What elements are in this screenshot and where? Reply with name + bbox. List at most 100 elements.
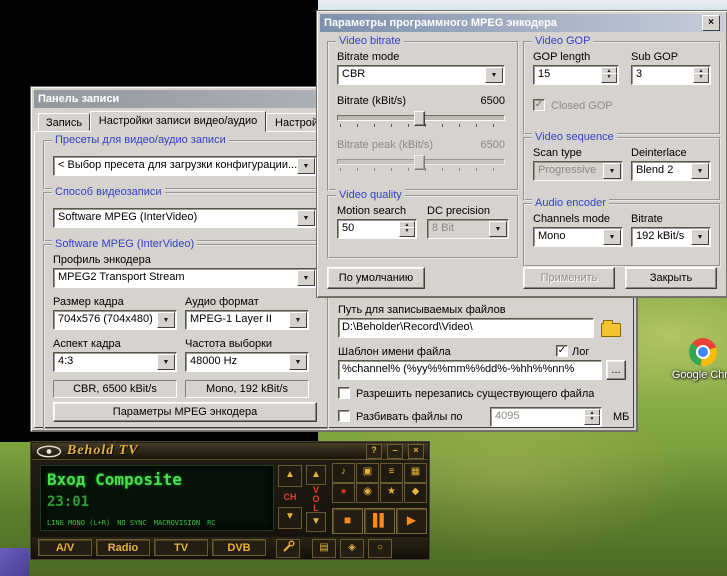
- desktop-icon-chrome[interactable]: Google Chro: [668, 338, 727, 381]
- deinterlace-label: Deinterlace: [631, 147, 687, 159]
- deinterlace-combobox[interactable]: Blend 2 ▼: [631, 161, 711, 181]
- spin-down-icon[interactable]: ▼: [399, 227, 415, 237]
- close-dialog-button[interactable]: Закрыть: [625, 267, 717, 289]
- scheduler-button[interactable]: ◈: [340, 539, 364, 558]
- close-button[interactable]: ×: [702, 15, 720, 31]
- channel-down-button[interactable]: ▼: [278, 507, 302, 529]
- audio-encoder-group-title: Audio encoder: [532, 197, 609, 210]
- settings-wrench-button[interactable]: [276, 539, 300, 558]
- lcd-indicators: LINE MONO (L+R) NO SYNC MACROVISION RC: [47, 519, 216, 527]
- mute-button[interactable]: ♪: [332, 463, 355, 483]
- overwrite-checkbox[interactable]: [338, 387, 350, 399]
- sub-gop-value: 3: [636, 68, 642, 80]
- mixer-button[interactable]: ▤: [312, 539, 336, 558]
- mode-dvb-button[interactable]: DVB: [212, 539, 266, 556]
- bitrate-peak-value: 6500: [439, 139, 505, 151]
- template-browse-button[interactable]: ...: [606, 360, 626, 380]
- mpeg-encoder-params-button[interactable]: Параметры MPEG энкодера: [53, 402, 317, 422]
- close-button[interactable]: ×: [408, 444, 424, 459]
- channel-up-button[interactable]: ▲: [278, 465, 302, 487]
- dropdown-arrow-icon[interactable]: ▼: [289, 312, 307, 328]
- volume-up-button[interactable]: ▲: [306, 465, 326, 485]
- dropdown-arrow-icon[interactable]: ▼: [157, 354, 175, 370]
- desktop-corner-patch: [0, 548, 29, 576]
- dropdown-arrow-icon[interactable]: ▼: [485, 67, 503, 83]
- spin-down-icon[interactable]: ▼: [584, 415, 600, 425]
- record-method-combobox[interactable]: Software MPEG (InterVideo) ▼: [53, 208, 317, 228]
- beholdtv-titlebar[interactable]: Behold TV ? – ×: [32, 443, 428, 460]
- teletext-button[interactable]: ≡: [380, 463, 403, 483]
- scan-type-combobox: Progressive ▼: [533, 161, 623, 181]
- sub-gop-spinner[interactable]: 3 ▲ ▼: [631, 65, 711, 85]
- gop-length-value: 15: [538, 68, 550, 80]
- dropdown-arrow-icon[interactable]: ▼: [691, 163, 709, 179]
- mode-radio-button[interactable]: Radio: [96, 539, 150, 556]
- bitrate-mode-combobox[interactable]: CBR ▼: [337, 65, 505, 85]
- dropdown-arrow-icon[interactable]: ▼: [603, 229, 621, 245]
- timeshift-button[interactable]: ◉: [356, 483, 379, 503]
- tab-video-audio-settings[interactable]: Настройки записи видео/аудио: [90, 111, 266, 132]
- bitrate-value: 6500: [439, 95, 505, 107]
- preset-combobox-value: < Выбор пресета для загрузки конфигураци…: [58, 159, 298, 171]
- indicator-line-mono: LINE MONO (L+R): [47, 519, 110, 527]
- dropdown-arrow-icon[interactable]: ▼: [289, 354, 307, 370]
- encoder-profile-combobox[interactable]: MPEG2 Transport Stream ▼: [53, 268, 317, 288]
- bitrate-mode-label: Bitrate mode: [337, 51, 399, 63]
- preset-combobox[interactable]: < Выбор пресета для загрузки конфигураци…: [53, 156, 317, 176]
- motion-search-label: Motion search: [337, 205, 406, 217]
- source-button[interactable]: ◆: [404, 483, 427, 503]
- beholdtv-window: Behold TV ? – × Вход Composite 23:01 LIN…: [30, 441, 430, 560]
- about-button[interactable]: ○: [368, 539, 392, 558]
- spin-down-icon[interactable]: ▼: [693, 73, 709, 83]
- split-files-checkbox[interactable]: [338, 410, 350, 422]
- browse-folder-icon[interactable]: [601, 323, 621, 337]
- vol-label: VOL: [311, 485, 321, 512]
- favorites-button[interactable]: ★: [380, 483, 403, 503]
- sample-rate-combobox[interactable]: 48000 Hz ▼: [185, 352, 309, 372]
- audio-format-combobox-value: MPEG-1 Layer II: [190, 313, 290, 325]
- bitrate-slider[interactable]: [337, 111, 505, 127]
- frame-size-combobox[interactable]: 704x576 (704x480) ▼: [53, 310, 177, 330]
- audio-format-combobox[interactable]: MPEG-1 Layer II ▼: [185, 310, 309, 330]
- mpeg-encoder-dialog: Параметры программного MPEG энкодера × V…: [316, 10, 727, 298]
- mode-tv-button[interactable]: TV: [154, 539, 208, 556]
- record-method-group: Способ видеозаписи Software MPEG (InterV…: [43, 192, 329, 242]
- channels-mode-combobox[interactable]: Mono ▼: [533, 227, 623, 247]
- audio-bitrate-combobox[interactable]: 192 kBit/s ▼: [631, 227, 711, 247]
- play-button[interactable]: ▶: [396, 508, 427, 534]
- dropdown-arrow-icon[interactable]: ▼: [297, 210, 315, 226]
- gop-length-spinner[interactable]: 15 ▲ ▼: [533, 65, 619, 85]
- help-button[interactable]: ?: [366, 444, 382, 459]
- default-button[interactable]: По умолчанию: [327, 267, 425, 289]
- beholdtv-title: Behold TV: [67, 443, 139, 459]
- filename-template-input[interactable]: %channel% (%yy%%mm%%dd%-%hh%%nn%: [338, 360, 602, 380]
- stop-button[interactable]: ■: [332, 508, 363, 534]
- slider-thumb[interactable]: [414, 111, 425, 126]
- motion-search-spinner[interactable]: 50 ▲ ▼: [337, 219, 417, 239]
- channel-control: ▲ CH ▼: [278, 465, 302, 529]
- split-files-checkbox-label: Разбивать файлы по: [356, 411, 463, 423]
- mode-av-button[interactable]: A/V: [38, 539, 92, 556]
- record-button[interactable]: ●: [332, 483, 355, 503]
- spin-down-icon[interactable]: ▼: [601, 73, 617, 83]
- log-checkbox[interactable]: ✓: [556, 345, 568, 357]
- encoder-profile-combobox-value: MPEG2 Transport Stream: [58, 271, 298, 283]
- lcd-input-line: Вход Composite: [47, 470, 182, 489]
- volume-down-button[interactable]: ▼: [306, 512, 326, 532]
- dropdown-arrow-icon[interactable]: ▼: [157, 312, 175, 328]
- record-path-input[interactable]: D:\Beholder\Record\Video\: [338, 318, 594, 338]
- snapshot-button[interactable]: ▣: [356, 463, 379, 483]
- osd-button[interactable]: ▦: [404, 463, 427, 483]
- record-method-combobox-value: Software MPEG (InterVideo): [58, 211, 298, 223]
- mpeg-encoder-titlebar[interactable]: Параметры программного MPEG энкодера ×: [320, 14, 724, 32]
- dropdown-arrow-icon[interactable]: ▼: [297, 158, 315, 174]
- dropdown-arrow-icon[interactable]: ▼: [297, 270, 315, 286]
- dropdown-arrow-icon[interactable]: ▼: [691, 229, 709, 245]
- pause-button[interactable]: ▌▌: [364, 508, 395, 534]
- minimize-button[interactable]: –: [387, 444, 403, 459]
- encoder-profile-label: Профиль энкодера: [53, 254, 151, 266]
- aspect-combobox[interactable]: 4:3 ▼: [53, 352, 177, 372]
- split-size-spinner[interactable]: 4095 ▲ ▼: [490, 407, 602, 427]
- video-quality-group: Video quality Motion search DC precision…: [327, 195, 519, 259]
- tab-record[interactable]: Запись: [38, 113, 90, 131]
